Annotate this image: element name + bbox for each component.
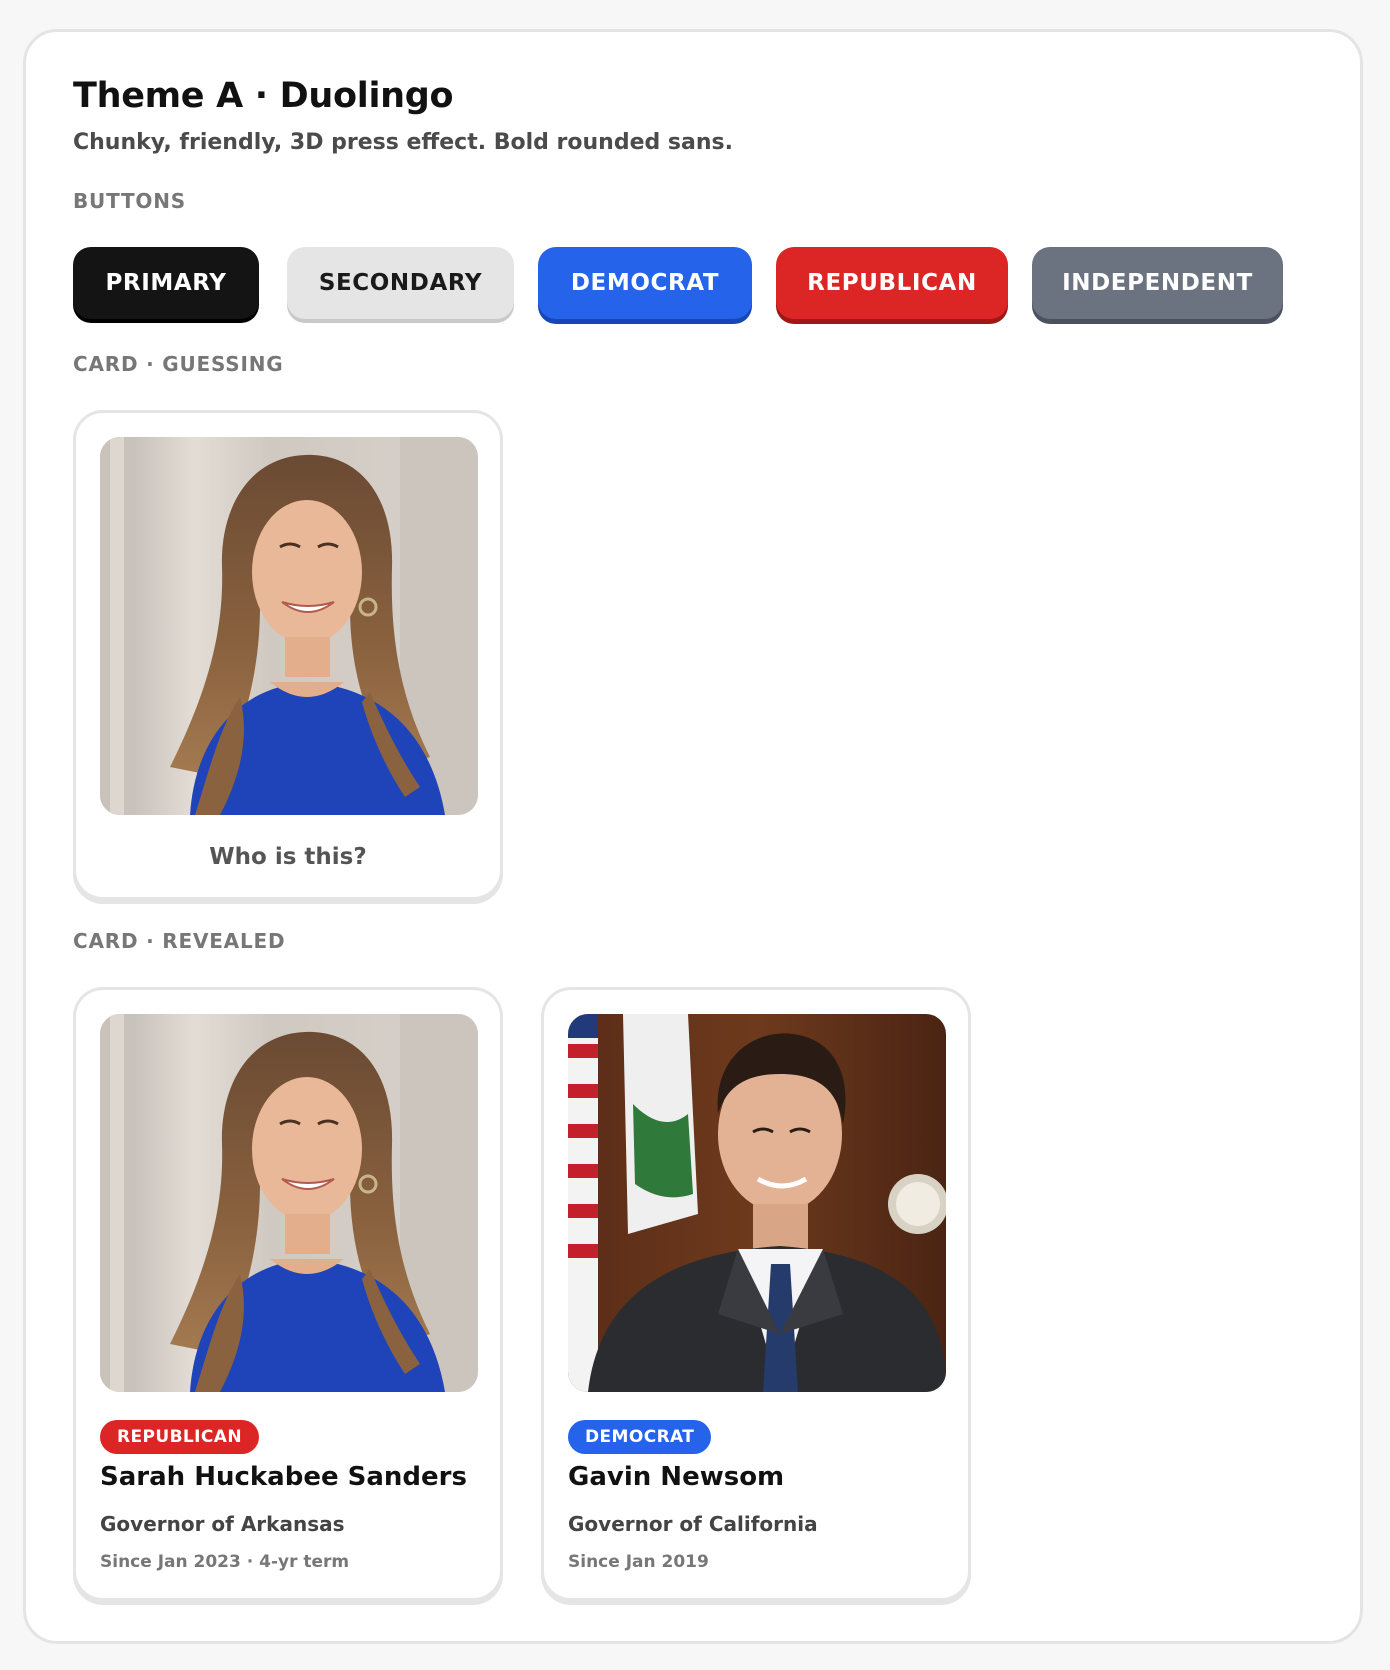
section-label-card-guessing: CARD · GUESSING bbox=[73, 352, 284, 376]
politician-office: Governor of California bbox=[568, 1512, 818, 1536]
page-title: Theme A · Duolingo bbox=[73, 76, 454, 116]
theme-panel: Theme A · Duolingo Chunky, friendly, 3D … bbox=[23, 29, 1363, 1644]
independent-button[interactable]: INDEPENDENT bbox=[1032, 247, 1283, 319]
party-badge: DEMOCRAT bbox=[568, 1420, 712, 1454]
republican-button[interactable]: REPUBLICAN bbox=[776, 247, 1008, 319]
portrait-man-image bbox=[568, 1014, 946, 1392]
portrait-photo bbox=[100, 1014, 478, 1392]
page-subtitle: Chunky, friendly, 3D press effect. Bold … bbox=[73, 130, 733, 155]
revealed-card[interactable]: DEMOCRAT Gavin Newsom Governor of Califo… bbox=[541, 987, 971, 1601]
portrait-photo bbox=[100, 437, 478, 815]
politician-office: Governor of Arkansas bbox=[100, 1512, 345, 1536]
section-label-buttons: BUTTONS bbox=[73, 189, 186, 213]
term-info: Since Jan 2023 · 4-yr term bbox=[100, 1552, 350, 1572]
section-label-card-revealed: CARD · REVEALED bbox=[73, 929, 286, 953]
party-badge: REPUBLICAN bbox=[100, 1420, 259, 1454]
portrait-photo bbox=[568, 1014, 946, 1392]
politician-name: Sarah Huckabee Sanders bbox=[100, 1462, 467, 1492]
term-info: Since Jan 2019 bbox=[568, 1552, 709, 1572]
guess-prompt: Who is this? bbox=[209, 844, 367, 870]
politician-name: Gavin Newsom bbox=[568, 1462, 785, 1492]
secondary-button[interactable]: SECONDARY bbox=[287, 247, 514, 319]
primary-button[interactable]: PRIMARY bbox=[73, 247, 259, 319]
revealed-card[interactable]: REPUBLICAN Sarah Huckabee Sanders Govern… bbox=[73, 987, 503, 1601]
portrait-woman-image bbox=[100, 437, 478, 815]
democrat-button[interactable]: DEMOCRAT bbox=[538, 247, 752, 319]
portrait-woman-image bbox=[100, 1014, 478, 1392]
guessing-card[interactable]: Who is this? bbox=[73, 410, 503, 900]
